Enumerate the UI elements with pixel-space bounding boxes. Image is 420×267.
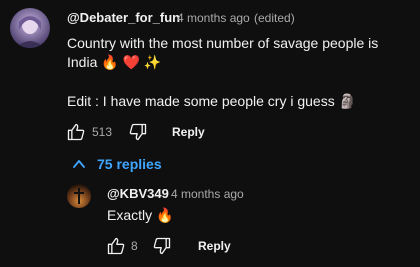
- reply-author[interactable]: @KBV349: [107, 186, 169, 201]
- reply-time[interactable]: 4 months ago: [171, 187, 244, 201]
- edited-label: (edited): [254, 11, 295, 25]
- like-icon[interactable]: [66, 122, 86, 142]
- replies-toggle[interactable]: 75 replies: [73, 156, 162, 172]
- comment-text-line3: Edit : I have made some people cry i gue…: [67, 93, 357, 109]
- reply-reply-button[interactable]: Reply: [198, 239, 231, 253]
- avatar[interactable]: [10, 8, 50, 48]
- reply-dislike-icon[interactable]: [152, 236, 172, 256]
- reply-button[interactable]: Reply: [172, 125, 205, 139]
- comment-text-line1: Country with the most number of savage p…: [67, 35, 379, 51]
- comment-author[interactable]: @Debater_for_fun: [67, 10, 180, 25]
- reply-text: Exactly 🔥: [107, 207, 174, 223]
- comment-time[interactable]: 4 months ago: [177, 11, 250, 25]
- dislike-icon[interactable]: [128, 122, 148, 142]
- comment-text-line2: India 🔥 ❤️ ✨: [67, 54, 162, 70]
- reply-like-icon[interactable]: [106, 236, 126, 256]
- reply-avatar[interactable]: [67, 184, 91, 208]
- replies-count-label: 75 replies: [97, 156, 162, 172]
- chevron-up-icon: [73, 160, 85, 168]
- reply-like-count: 8: [131, 239, 138, 253]
- like-count: 513: [92, 125, 113, 139]
